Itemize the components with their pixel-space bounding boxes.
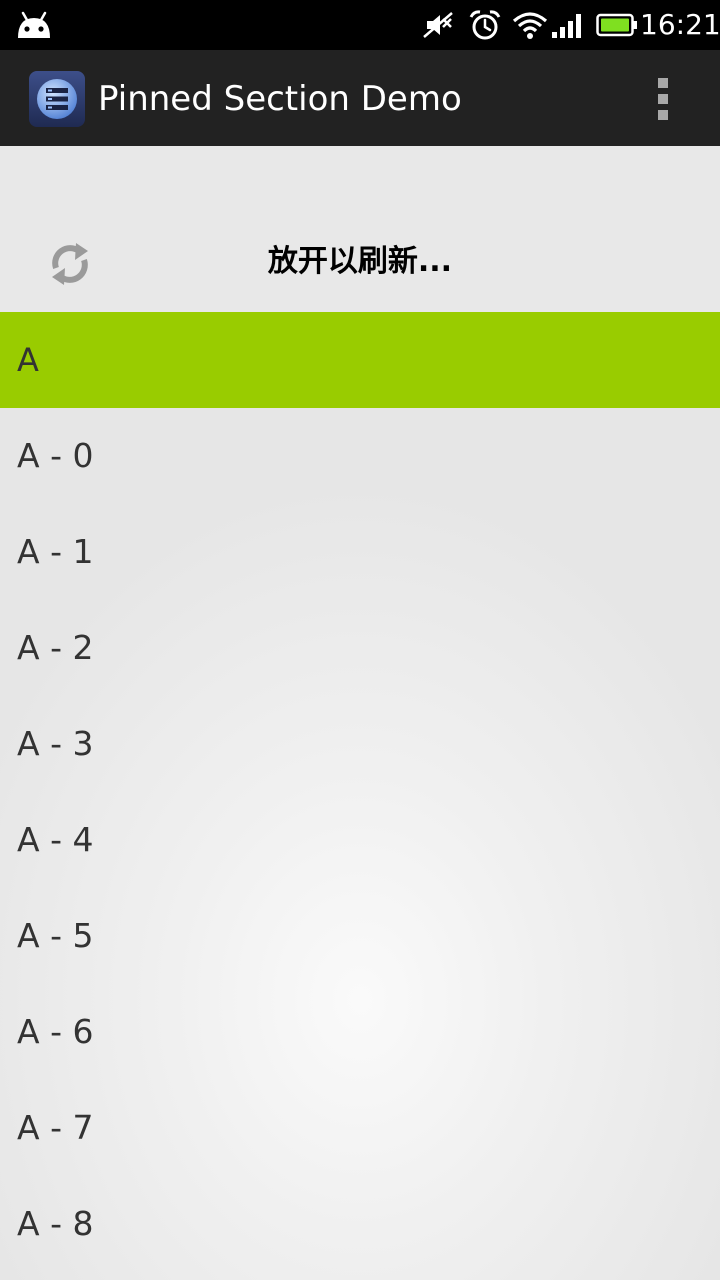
refresh-status-label: 放开以刷新...	[267, 244, 453, 279]
list-item[interactable]: A - 0	[0, 408, 720, 504]
list-item[interactable]: A - 5	[0, 888, 720, 984]
list-item[interactable]: A - 2	[0, 600, 720, 696]
android-icon	[18, 11, 50, 38]
pull-to-refresh-header: 放开以刷新...	[0, 146, 720, 312]
list-item-label: A - 4	[17, 820, 94, 859]
section-header: A	[0, 312, 720, 408]
list-item-label: A - 6	[17, 1012, 94, 1051]
list-item-label: A - 7	[17, 1108, 94, 1147]
list-item-label: A - 5	[17, 916, 94, 955]
refresh-icon	[52, 243, 88, 285]
mute-icon	[423, 12, 453, 38]
list-item-label: A - 8	[17, 1204, 94, 1243]
list-item-label: A - 1	[17, 532, 94, 571]
list-item[interactable]: A - 8	[0, 1176, 720, 1272]
list-item-label: A - 3	[17, 724, 94, 763]
pinned-section-list[interactable]: A A - 0 A - 1 A - 2 A - 3 A - 4 A - 5 A …	[0, 312, 720, 1280]
list-item[interactable]: A - 4	[0, 792, 720, 888]
app-title: Pinned Section Demo	[98, 79, 462, 119]
status-bar: 16:21	[0, 0, 720, 50]
list-item-label: A - 0	[17, 436, 94, 475]
list-item[interactable]: A - 6	[0, 984, 720, 1080]
list-item[interactable]: A - 1	[0, 504, 720, 600]
list-item[interactable]: A - 3	[0, 696, 720, 792]
list-item-label: A - 2	[17, 628, 94, 667]
signal-icon	[552, 14, 581, 38]
overflow-menu-icon[interactable]	[644, 74, 684, 124]
list-item[interactable]: A - 7	[0, 1080, 720, 1176]
wifi-icon	[512, 12, 548, 39]
alarm-icon	[469, 10, 501, 40]
action-bar: Pinned Section Demo	[0, 50, 720, 146]
status-time: 16:21	[640, 8, 720, 41]
app-list-icon[interactable]	[28, 70, 86, 128]
section-header-label: A	[17, 341, 39, 379]
battery-icon	[596, 13, 637, 37]
